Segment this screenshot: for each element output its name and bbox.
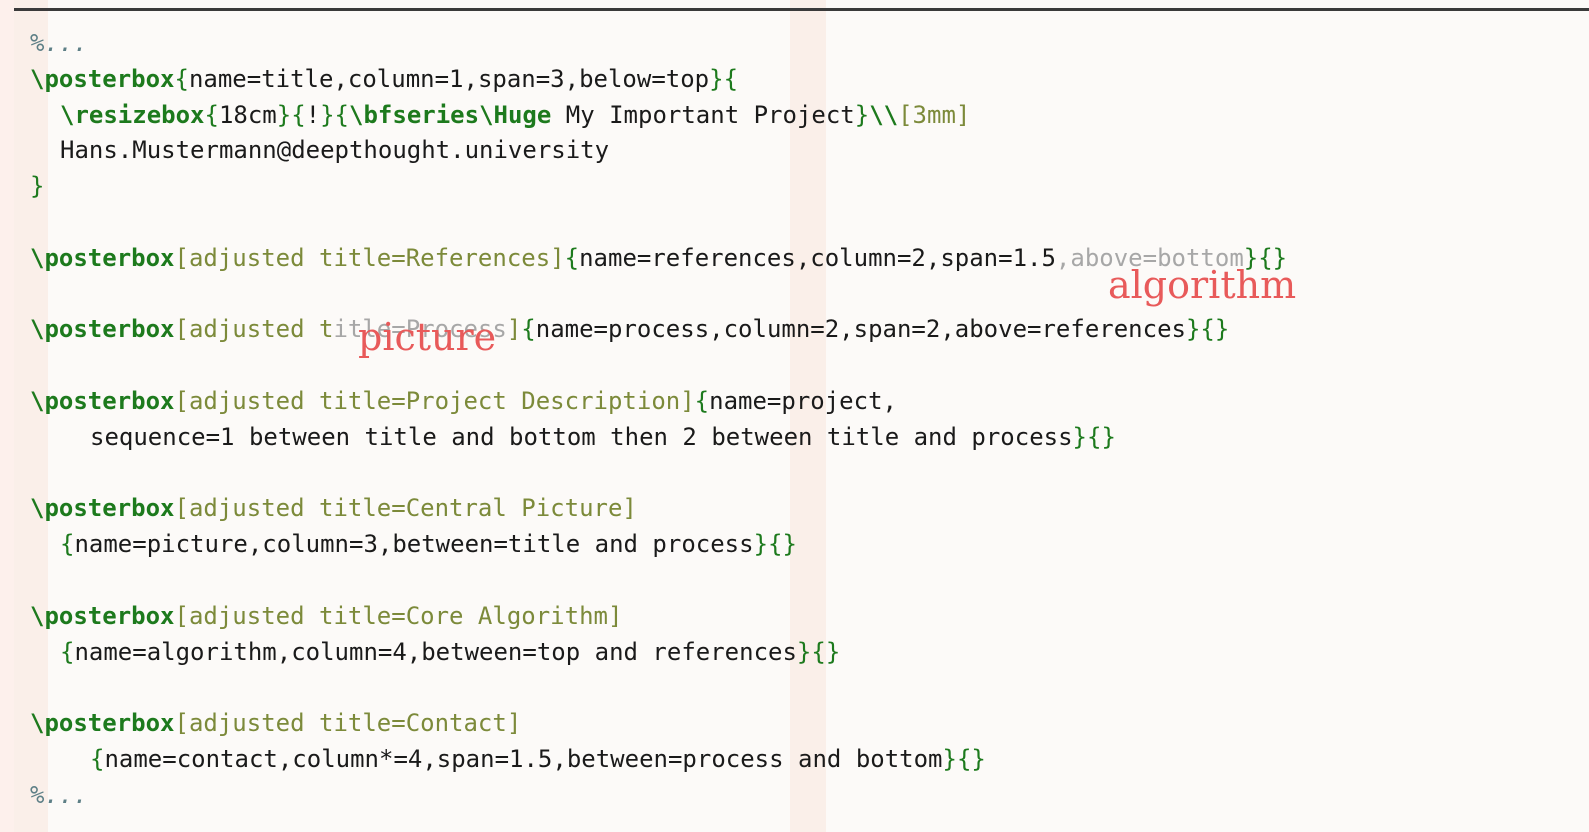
brace: }	[30, 172, 45, 201]
left-margin-band	[0, 0, 14, 832]
title-box-line-4: }	[30, 169, 1287, 205]
newline-command: \\	[869, 100, 899, 129]
brace: {	[60, 637, 75, 666]
resizebox-command: \resizebox	[60, 100, 205, 129]
posterbox-args: name=picture,column=3,between=title and …	[74, 530, 754, 559]
posterbox-args: name=project,	[709, 386, 897, 415]
brace: }{}	[753, 530, 797, 559]
brace: }{	[709, 64, 739, 93]
algorithm-box-line-1: \posterbox[adjusted title=Core Algorithm…	[30, 599, 1287, 635]
code-listing-page: %... \posterbox{name=title,column=1,span=…	[0, 0, 1589, 832]
posterbox-option: [adjusted title=Project Description]	[174, 386, 695, 415]
posterbox-args: name=contact,column*=4,span=1.5,between=…	[104, 744, 943, 773]
brace: }{	[276, 100, 306, 129]
huge-command: \Huge	[479, 100, 552, 129]
brace: {	[521, 315, 536, 344]
comment: %...	[30, 29, 88, 57]
references-box-line: \posterbox[adjusted title=References]{na…	[30, 241, 1287, 277]
title-box-line-2: \resizebox{18cm}{!}{\bfseries\Huge My Im…	[30, 98, 1287, 134]
latex-code-block: %... \posterbox{name=title,column=1,span=…	[30, 26, 1287, 814]
poster-title-text: My Important Project	[551, 100, 855, 129]
posterbox-command: \posterbox	[30, 64, 175, 93]
project-box-line-1: \posterbox[adjusted title=Project Descri…	[30, 384, 1287, 420]
brace: }{	[320, 100, 350, 129]
brace: {	[694, 386, 710, 415]
picture-box-line-2: {name=picture,column=3,between=title and…	[30, 527, 1287, 563]
top-rule	[14, 8, 1589, 11]
posterbox-option: [adjusted t	[174, 315, 334, 344]
brace: }	[854, 100, 870, 129]
posterbox-option: [adjusted title=References]	[174, 243, 565, 272]
title-box-line-3: Hans.Mustermann@deepthought.university	[30, 133, 1287, 169]
project-box-line-2: sequence=1 between title and bottom then…	[30, 420, 1287, 456]
email-text: Hans.Mustermann@deepthought.university	[60, 136, 610, 165]
contact-box-line-1: \posterbox[adjusted title=Contact]	[30, 706, 1287, 742]
brace: {	[204, 100, 219, 129]
posterbox-args: name=algorithm,column=4,between=top and …	[74, 637, 797, 666]
posterbox-command: \posterbox	[30, 386, 175, 415]
brace: }{}	[1072, 422, 1116, 451]
resize-width: 18cm	[218, 100, 277, 129]
posterbox-command: \posterbox	[30, 243, 175, 272]
posterbox-option: [adjusted title=Central Picture]	[174, 494, 637, 523]
algorithm-box-line-2: {name=algorithm,column=4,between=top and…	[30, 635, 1287, 671]
contact-box-line-2: {name=contact,column*=4,span=1.5,between…	[30, 742, 1287, 778]
posterbox-command: \posterbox	[30, 494, 175, 523]
posterbox-command: \posterbox	[30, 315, 175, 344]
posterbox-command: \posterbox	[30, 601, 175, 630]
picture-overlay-label: picture	[358, 315, 497, 359]
comment: %...	[30, 780, 88, 809]
comment-line-start: %...	[30, 26, 1287, 62]
posterbox-args: name=process,column=2,span=2,above=refer…	[535, 315, 1186, 344]
posterbox-option: [adjusted title=Contact]	[174, 709, 522, 738]
brace: {	[564, 243, 580, 272]
posterbox-args: sequence=1 between title and bottom then…	[90, 422, 1073, 451]
newline-option: [3mm]	[898, 100, 971, 129]
brace: }{}	[1185, 315, 1230, 344]
posterbox-args: name=title,column=1,span=3,below=top	[188, 64, 710, 93]
bfseries-command: \bfseries	[349, 100, 480, 129]
posterbox-option: [adjusted title=Core Algorithm]	[174, 601, 623, 630]
brace: {	[60, 530, 75, 559]
brace: }{}	[942, 744, 986, 773]
picture-box-line-1: \posterbox[adjusted title=Central Pictur…	[30, 491, 1287, 527]
brace: }{}	[796, 637, 841, 666]
algorithm-overlay-label: algorithm	[1108, 263, 1297, 307]
posterbox-args: name=references,column=2,span=1.5	[579, 243, 1056, 272]
brace: {	[90, 744, 105, 773]
title-box-line-1: \posterbox{name=title,column=1,span=3,be…	[30, 62, 1287, 98]
brace: {	[174, 64, 189, 93]
process-box-line: \posterbox[adjusted title=Process]{name=…	[30, 312, 1287, 348]
comment-line-end: %...	[30, 778, 1287, 814]
posterbox-option: ]	[506, 315, 522, 344]
posterbox-command: \posterbox	[30, 709, 175, 738]
resize-height: !	[305, 100, 321, 129]
